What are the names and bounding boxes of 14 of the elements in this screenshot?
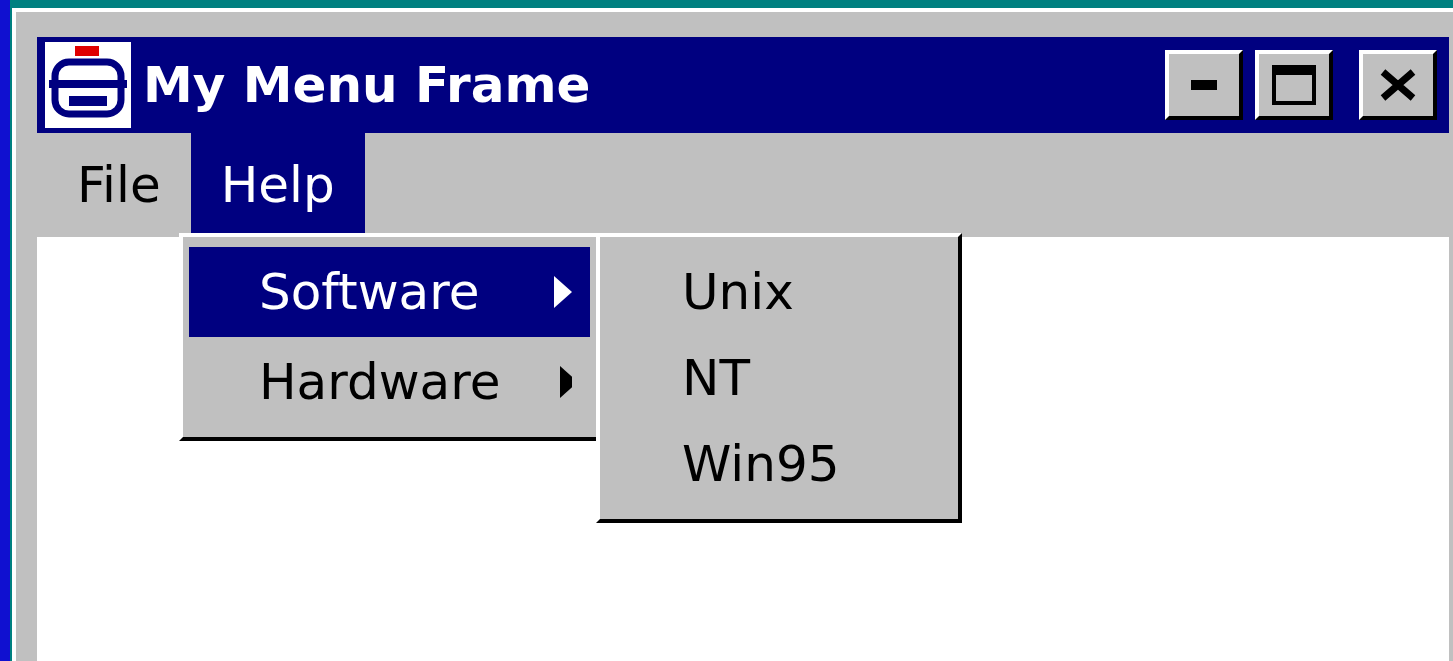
menu-item[interactable]: Unix	[606, 249, 952, 335]
window-title: My Menu Frame	[143, 56, 592, 114]
minimize-icon	[1191, 80, 1217, 90]
app-icon	[45, 42, 131, 128]
menu-item[interactable]: Hardware	[189, 337, 590, 427]
maximize-button[interactable]	[1255, 50, 1333, 120]
maximize-icon	[1272, 65, 1316, 105]
menu-item[interactable]: NT	[606, 335, 952, 421]
menu-title[interactable]: File	[47, 133, 191, 237]
menu-item[interactable]: Win95	[606, 421, 952, 507]
close-button[interactable]	[1359, 50, 1437, 120]
close-icon	[1380, 69, 1416, 101]
minimize-button[interactable]	[1165, 50, 1243, 120]
menu-item[interactable]: Software	[189, 247, 590, 337]
